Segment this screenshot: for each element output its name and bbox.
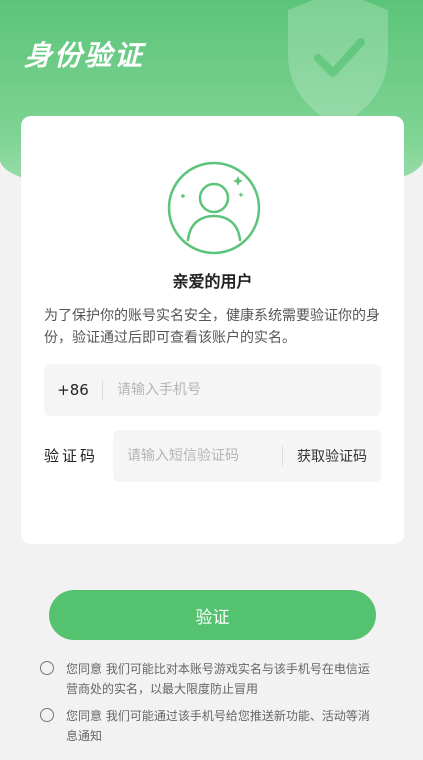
verification-card: 亲爱的用户 为了保护你的账号实名安全，健康系统需要验证你的身份，验证通过后即可查… [21, 116, 404, 544]
country-code[interactable]: +86 [44, 381, 102, 399]
page-title: 身份验证 [24, 39, 145, 72]
description-text: 为了保护你的账号实名安全，健康系统需要验证你的身份，验证通过后即可查看该账户的实… [44, 308, 380, 346]
get-code-button[interactable]: 获取验证码 [283, 446, 381, 466]
agreement-item: 您同意 我们可能通过该手机号给您推送新功能、活动等消息通知 [40, 706, 380, 746]
agreement-radio[interactable] [40, 661, 54, 675]
verify-button[interactable]: 验证 [49, 590, 376, 640]
shield-icon [288, 0, 388, 125]
agreement-radio[interactable] [40, 708, 54, 722]
code-field: 获取验证码 [113, 430, 381, 482]
sms-code-input[interactable] [113, 430, 282, 482]
agreement-text: 您同意 我们可能比对本账号游戏实名与该手机号在电信运营商处的实名，以最大限度防止… [66, 662, 370, 696]
agreement-item: 您同意 我们可能比对本账号游戏实名与该手机号在电信运营商处的实名，以最大限度防止… [40, 659, 380, 699]
greeting: 亲爱的用户 [172, 272, 253, 291]
user-avatar-icon [167, 161, 261, 255]
code-label: 验证码 [44, 447, 99, 465]
agreement-text: 您同意 我们可能通过该手机号给您推送新功能、活动等消息通知 [66, 709, 370, 743]
phone-field: +86 [44, 364, 381, 416]
phone-input[interactable] [103, 364, 381, 416]
